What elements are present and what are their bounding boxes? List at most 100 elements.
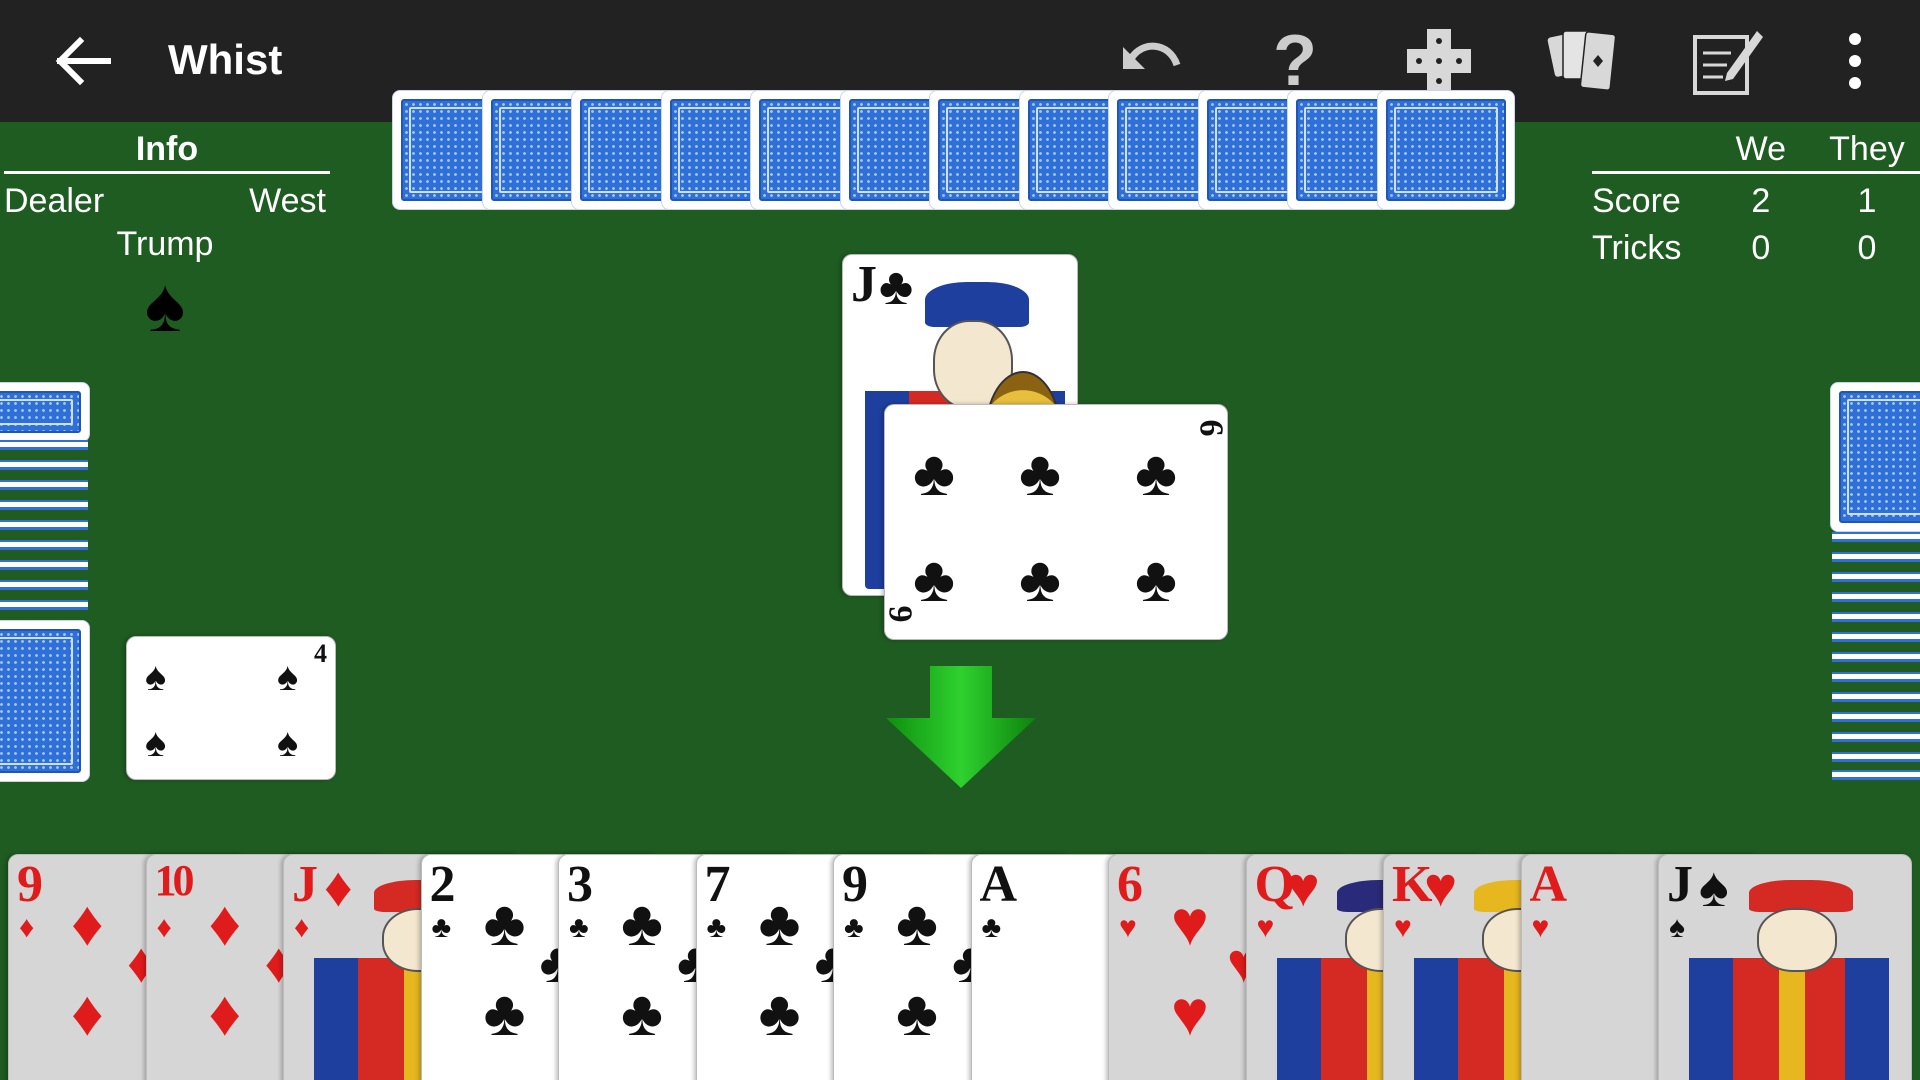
info-panel: Info Dealer West Trump ♠ [0,122,330,344]
card-suit: ♦ [294,911,310,944]
col-we: We [1735,130,1787,168]
tricks-label: Tricks [1592,229,1682,267]
card-rank: 6 [1192,419,1228,437]
score-row: Score 2 1 [1592,182,1920,221]
card-pip: ♠ [277,655,299,699]
card-back [0,620,90,782]
dealer-label: Dealer [4,182,105,220]
card-suit: ♣ [569,911,589,944]
score-label: Score [1592,182,1681,220]
score-panel: We They Score 2 1 Tricks 0 0 [1592,122,1920,268]
score-we: 2 [1751,182,1771,220]
card-edge [0,480,88,490]
card-edge [1832,652,1920,662]
card-suit: ♥ [1531,911,1550,944]
card-edge [1832,552,1920,562]
undo-icon [1123,42,1181,69]
dealer-value: West [249,182,326,220]
card-edge [1832,752,1920,762]
card-edge [1832,770,1920,780]
card-pip: ♣ [1135,543,1177,615]
card-pip: ♣ [1019,437,1061,509]
card-rank: 6 [1117,856,1143,913]
card-edge [1832,672,1920,682]
col-they: They [1829,130,1905,168]
card-pip: ♣ [483,977,526,1049]
card-suit: ♦ [19,911,35,944]
score-header: We They [1592,122,1920,174]
back-button[interactable] [50,28,116,94]
card-suit: ♣ [431,911,452,944]
card-pip: ♣ [758,887,801,959]
card-pip: ♦ [71,887,104,959]
card-pip: ♥ [1171,887,1209,959]
card-pip: ♣ [483,887,526,959]
card-edge [1832,712,1920,722]
card-pip: ♣ [913,543,955,615]
deal-button[interactable] [1540,18,1626,104]
card-pip: ♣ [621,887,663,959]
court-portrait [1689,871,1889,1080]
card-edge [0,440,88,450]
tricks-they: 0 [1857,229,1877,267]
card-rank: 6 [884,605,920,623]
card-pip: ♠ [277,721,299,765]
more-options-button[interactable] [1812,18,1898,104]
card-edge [1832,692,1920,702]
card-suit: ♥ [1256,911,1275,944]
cards-icon [1547,30,1617,91]
hand-card[interactable]: J ♠ ♠ [1658,854,1912,1080]
card-rank: A [979,856,1018,913]
card-suit: ♥ [1394,911,1412,944]
card-edge [0,460,88,470]
card-suit: ♣ [706,911,727,944]
card-back [1830,382,1920,532]
card-rank: A [1529,856,1568,913]
trump-suit-icon: ♠ [144,263,186,348]
card-edge [1832,572,1920,582]
card-suit: ♦ [156,911,172,944]
more-vert-icon [1849,33,1861,89]
card-suit: ♥ [1119,911,1137,944]
card-suit: ♣ [844,911,864,944]
card-pip: ♦ [208,887,242,959]
card-pip: ♣ [896,977,938,1049]
card-pip: ♣ [1019,543,1061,615]
card-pip: ♦ [71,977,104,1049]
trick-card-west: ♠ ♠ ♠ ♠ 4 [126,636,336,780]
card-rank: 9 [17,856,43,913]
puzzle-icon [1407,29,1471,93]
card-pip: ♣ [621,977,663,1049]
card-suit: ♠ [1669,911,1685,944]
card-rank: 4 [314,639,327,668]
card-pip: ♣ [758,977,801,1049]
arrow-left-icon [55,36,111,86]
card-rank: 3 [567,856,593,913]
tricks-row: Tricks 0 0 [1592,229,1920,268]
card-pip: ♥ [1171,977,1209,1049]
card-pip: ♣ [896,887,938,959]
card-rank: 2 [429,856,456,913]
turn-arrow-icon [886,666,1036,788]
score-they: 1 [1857,182,1877,220]
card-edge [0,500,88,510]
card-back [0,382,90,442]
north-card-back [1376,90,1515,210]
card-edge [0,600,88,610]
tricks-we: 0 [1751,229,1771,267]
card-edge [1832,632,1920,642]
card-edge [0,560,88,570]
scoresheet-button[interactable] [1684,18,1770,104]
card-rank: 10 [154,856,195,905]
card-pip: ♣ [913,437,955,509]
notepad-icon [1693,31,1763,95]
card-edge [0,580,88,590]
trump-label: Trump [116,225,214,263]
card-rank: 7 [704,856,731,913]
card-edge [1832,732,1920,742]
card-edge [1832,532,1920,542]
card-edge [0,520,88,530]
card-edge [0,540,88,550]
card-rank: 9 [842,856,868,913]
card-edge [1832,592,1920,602]
